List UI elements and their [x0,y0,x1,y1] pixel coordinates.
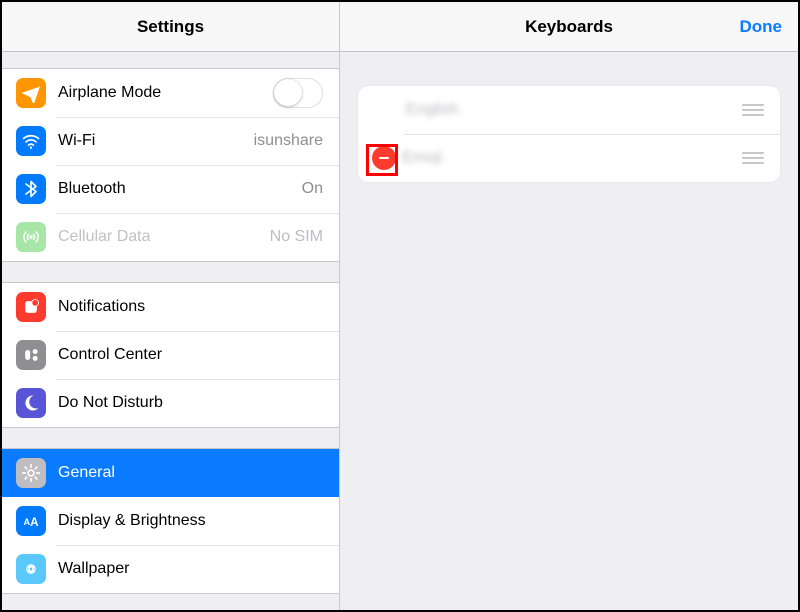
app-frame: Settings Airplane Mode Wi-Fi isunshare [0,0,800,612]
done-button[interactable]: Done [740,2,783,51]
reorder-handle-icon[interactable] [738,152,768,164]
sidebar-title: Settings [137,17,204,37]
reorder-handle-icon[interactable] [738,104,768,116]
keyboards-list: English Emoji [358,86,780,182]
display-icon: AA [16,506,46,536]
delete-button[interactable] [372,146,396,170]
sidebar-item-label: Bluetooth [58,180,302,198]
wallpaper-icon [16,554,46,584]
settings-group-network: Airplane Mode Wi-Fi isunshare Bluetooth … [2,68,339,262]
sidebar-item-controlcenter[interactable]: Control Center [2,331,339,379]
keyboard-row[interactable]: Emoji [358,134,780,182]
sidebar-item-label: Do Not Disturb [58,394,323,412]
sidebar-item-airplane[interactable]: Airplane Mode [2,69,339,117]
cellular-icon [16,222,46,252]
sidebar-item-label: Wi-Fi [58,132,254,150]
sidebar-item-label: Wallpaper [58,560,323,578]
sidebar-item-bluetooth[interactable]: Bluetooth On [2,165,339,213]
detail-title: Keyboards [525,17,613,37]
sidebar-item-wifi[interactable]: Wi-Fi isunshare [2,117,339,165]
sidebar-item-wallpaper[interactable]: Wallpaper [2,545,339,593]
svg-text:A: A [30,516,39,529]
keyboard-row[interactable]: English [358,86,780,134]
sidebar-item-value: isunshare [254,132,323,150]
sidebar-item-notifications[interactable]: Notifications [2,283,339,331]
sidebar-item-label: Notifications [58,298,323,316]
sidebar-item-label: General [58,464,323,482]
wifi-icon [16,126,46,156]
sidebar-item-value: On [302,180,323,198]
sidebar-item-dnd[interactable]: Do Not Disturb [2,379,339,427]
sidebar-item-display[interactable]: AA Display & Brightness [2,497,339,545]
notifications-icon [16,292,46,322]
sidebar-item-general[interactable]: General [2,449,339,497]
sidebar-item-label: Cellular Data [58,228,270,246]
airplane-icon [16,78,46,108]
detail-header: Keyboards Done [340,2,798,52]
keyboard-name: English [372,101,458,119]
controlcenter-icon [16,340,46,370]
settings-sidebar: Settings Airplane Mode Wi-Fi isunshare [2,2,340,610]
settings-group-alerts: Notifications Control Center Do Not Dist… [2,282,339,428]
sidebar-item-value: No SIM [270,228,323,246]
sidebar-header: Settings [2,2,339,52]
detail-pane: Keyboards Done English Emoji [340,2,798,610]
settings-group-general: General AA Display & Brightness Wallpape… [2,448,339,594]
moon-icon [16,388,46,418]
sidebar-item-cellular[interactable]: Cellular Data No SIM [2,213,339,261]
sidebar-item-label: Control Center [58,346,323,364]
sidebar-item-label: Airplane Mode [58,84,273,102]
airplane-toggle[interactable] [273,78,323,108]
keyboard-name: Emoji [396,149,442,167]
gear-icon [16,458,46,488]
bluetooth-icon [16,174,46,204]
sidebar-item-label: Display & Brightness [58,512,323,530]
